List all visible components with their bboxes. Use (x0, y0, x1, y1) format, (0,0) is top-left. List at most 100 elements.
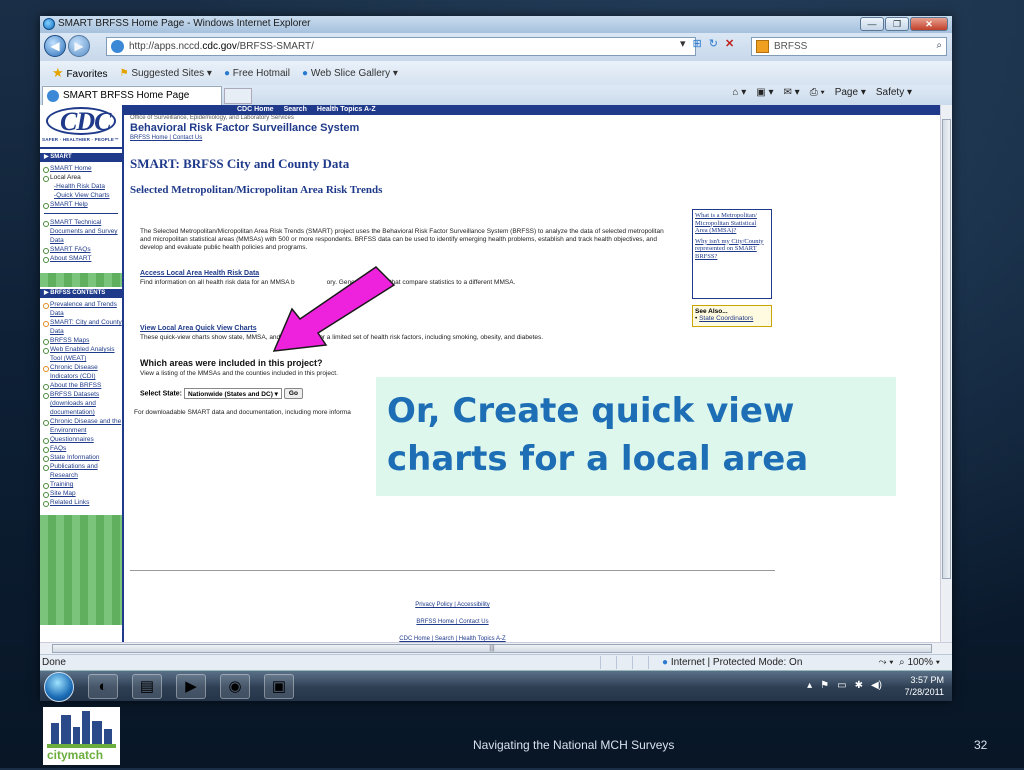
feeds-icon[interactable]: ▣ ▾ (756, 87, 773, 98)
fav-free-hotmail[interactable]: ● Free Hotmail (224, 68, 290, 79)
sidebar-item[interactable]: Prevalence and Trends Data (42, 300, 122, 318)
quick-view-charts-link[interactable]: View Local Area Quick View Charts (140, 325, 770, 332)
why-not-represented-link[interactable]: Why isn't my City/County represented on … (695, 238, 769, 261)
sidebar-item-label[interactable]: About SMART (50, 255, 91, 262)
sidebar-item[interactable]: Chronic Disease and the Environment (42, 417, 122, 435)
sidebar-item-label[interactable]: -Quick View Charts (54, 192, 110, 199)
sidebar-item-label[interactable]: Chronic Disease and the Environment (50, 418, 121, 434)
sidebar-item[interactable]: SMART Home (42, 164, 122, 173)
horizontal-scrollbar[interactable]: ||| (40, 642, 952, 654)
start-button[interactable] (44, 672, 74, 702)
sidebar-item-label[interactable]: BRFSS Datasets (downloads and documentat… (50, 391, 99, 416)
sidebar-item[interactable]: SMART: City and County Data (42, 318, 122, 336)
security-zone[interactable]: ● Internet | Protected Mode: On (662, 657, 802, 668)
health-risk-data-link[interactable]: Access Local Area Health Risk Data (140, 270, 770, 277)
taskbar-ie-icon[interactable]: ◐ (88, 674, 118, 699)
minimize-button[interactable]: — (860, 17, 884, 31)
sidebar-item-label: Local Area (50, 174, 81, 181)
sidebar-item[interactable]: SMART FAQs (42, 245, 122, 254)
back-button[interactable]: ◀ (44, 35, 66, 57)
new-tab-button[interactable] (224, 88, 252, 104)
refresh-icon[interactable]: ↻ (709, 37, 718, 50)
sidebar-item[interactable]: Questionnaires (42, 435, 122, 444)
forward-button[interactable]: ▶ (68, 35, 90, 57)
header-links[interactable]: BRFSS Home | Contact Us (130, 135, 359, 141)
zoom-level[interactable]: ⤳ ▾ ⌕ 100% ▾ (879, 657, 940, 668)
taskbar-powerpoint-icon[interactable]: ▣ (264, 674, 294, 699)
sidebar-item[interactable]: -Health Risk Data (42, 182, 122, 191)
fav-web-slice-gallery[interactable]: ● Web Slice Gallery ▾ (302, 68, 398, 79)
sidebar-item-label[interactable]: Training (50, 481, 73, 488)
sidebar-item[interactable]: Chronic Disease Indicators (CDI) (42, 363, 122, 381)
home-icon[interactable]: ⌂ ▾ (732, 87, 746, 98)
sidebar-item-label[interactable]: -Health Risk Data (54, 183, 105, 190)
vertical-scrollbar[interactable] (940, 105, 952, 642)
address-bar[interactable]: http://apps.nccd.cdc.gov/BRFSS-SMART/ (106, 37, 696, 56)
maximize-button[interactable]: ❐ (885, 17, 909, 31)
sidebar-item[interactable]: BRFSS Maps (42, 336, 122, 345)
system-tray-icons[interactable]: ▴ ⚑ ▭ ✱ ◀) (807, 680, 882, 691)
print-icon[interactable]: ⎙ ▾ (810, 87, 825, 98)
sidebar-item-label[interactable]: Related Links (50, 499, 89, 506)
taskbar-outlook-icon[interactable]: ◉ (220, 674, 250, 699)
hscroll-thumb[interactable]: ||| (52, 644, 932, 653)
sidebar-item-label[interactable]: Web Enabled Analysis Tool (WEAT) (50, 346, 115, 362)
sidebar-item[interactable]: SMART Help (42, 200, 122, 209)
sidebar-item[interactable]: Training (42, 480, 122, 489)
footer-brfss-links[interactable]: BRFSS Home | Contact Us (130, 619, 775, 625)
sidebar-item-label[interactable]: SMART Technical Documents and Survey Dat… (50, 219, 118, 244)
sidebar-item-label[interactable]: SMART FAQs (50, 246, 91, 253)
sidebar-item[interactable]: -Quick View Charts (42, 191, 122, 200)
sidebar-item[interactable]: Web Enabled Analysis Tool (WEAT) (42, 345, 122, 363)
dropdown-icon[interactable]: ▾ (680, 37, 686, 50)
cdc-search-link[interactable]: Search (284, 105, 307, 115)
sidebar-item-label[interactable]: State Information (50, 454, 100, 461)
sidebar-item-label[interactable]: About the BRFSS (50, 382, 101, 389)
sidebar-item-label[interactable]: Site Map (50, 490, 76, 497)
sidebar-item[interactable]: Related Links (42, 498, 122, 507)
callout-line-1: Or, Create quick view (387, 391, 795, 431)
sidebar-item[interactable]: State Information (42, 453, 122, 462)
cdc-health-topics-link[interactable]: Health Topics A-Z (317, 105, 376, 115)
title-bar[interactable]: SMART BRFSS Home Page - Windows Internet… (40, 16, 952, 33)
state-coordinators-link[interactable]: State Coordinators (699, 315, 753, 322)
sidebar-item[interactable]: About SMART (42, 254, 122, 263)
footer-privacy-links[interactable]: Privacy Policy | Accessibility (130, 602, 775, 608)
sidebar-item-label[interactable]: SMART Help (50, 201, 88, 208)
taskbar-explorer-icon[interactable]: ▤ (132, 674, 162, 699)
sidebar-item-label[interactable]: Prevalence and Trends Data (50, 301, 117, 317)
stop-icon[interactable]: ✕ (725, 37, 734, 50)
sidebar-item[interactable]: FAQs (42, 444, 122, 453)
tab-smart-brfss[interactable]: SMART BRFSS Home Page (42, 86, 222, 105)
cdc-logo[interactable]: CDC SAFER · HEALTHIER · PEOPLE™ (40, 105, 122, 149)
safety-menu[interactable]: Safety ▾ (876, 87, 912, 98)
sidebar-item-label[interactable]: SMART: City and County Data (50, 319, 122, 335)
search-box[interactable]: BRFSS ⌕ (751, 37, 947, 56)
fav-suggested-sites[interactable]: ⚑ Suggested Sites ▾ (120, 68, 212, 79)
sidebar-item[interactable]: BRFSS Datasets (downloads and documentat… (42, 390, 122, 417)
sidebar-item[interactable]: Site Map (42, 489, 122, 498)
what-is-mmsa-link[interactable]: What is a Metropolitan/ Micropolitan Sta… (695, 212, 769, 235)
sidebar-item[interactable]: About the BRFSS (42, 381, 122, 390)
scroll-thumb[interactable] (942, 119, 951, 579)
go-button[interactable]: Go (283, 388, 303, 399)
sidebar-item-label[interactable]: Questionnaires (50, 436, 94, 443)
taskbar-media-player-icon[interactable]: ▶ (176, 674, 206, 699)
favorites-button[interactable]: ★ Favorites (52, 65, 108, 81)
mail-icon[interactable]: ✉ ▾ (784, 87, 800, 98)
search-icon[interactable]: ⌕ (936, 40, 942, 51)
sidebar-item[interactable]: Publications and Research (42, 462, 122, 480)
sidebar-item-label[interactable]: BRFSS Maps (50, 337, 89, 344)
sidebar-item[interactable]: SMART Technical Documents and Survey Dat… (42, 218, 122, 245)
sidebar-item-label[interactable]: Chronic Disease Indicators (CDI) (50, 364, 98, 380)
sidebar-item-label[interactable]: FAQs (50, 445, 66, 452)
sidebar-item-label[interactable]: Publications and Research (50, 463, 98, 479)
clock[interactable]: 3:57 PM 7/28/2011 (905, 674, 944, 698)
page-menu[interactable]: Page ▾ (835, 87, 866, 98)
state-select[interactable]: Nationwide (States and DC) ▾ (183, 388, 282, 399)
site-header: Office of Surveillance, Epidemiology, an… (130, 115, 359, 141)
sidebar-item-label[interactable]: SMART Home (50, 165, 92, 172)
cdc-home-link[interactable]: CDC Home (237, 105, 274, 115)
close-button[interactable]: ✕ (910, 17, 948, 31)
compat-view-icon[interactable]: ⊞ (693, 37, 702, 50)
